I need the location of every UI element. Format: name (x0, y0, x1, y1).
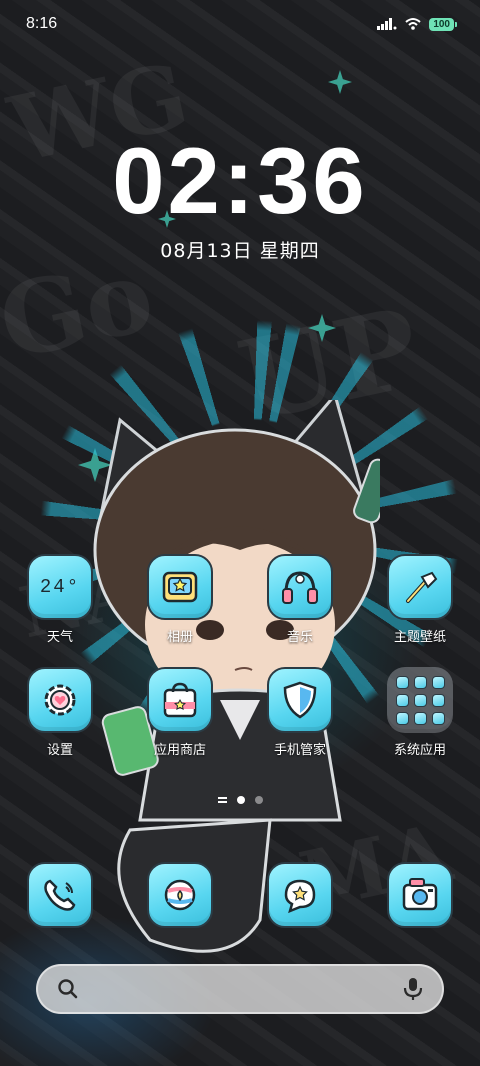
clock-time: 02:36 (112, 128, 368, 233)
weather-temperature: 24° (39, 576, 81, 598)
dock-phone[interactable] (0, 862, 120, 928)
app-store-bag-icon (147, 667, 213, 733)
app-weather[interactable]: 24° 天气 (0, 554, 120, 667)
home-clock-widget[interactable]: 02:36 08月13日 星期四 (0, 128, 480, 263)
app-label: 设置 (46, 743, 73, 758)
camera-icon (387, 862, 453, 928)
app-label: 手机管家 (273, 743, 326, 758)
app-label: 主题壁纸 (393, 630, 446, 645)
app-phone-manager[interactable]: 手机管家 (240, 667, 360, 780)
dock-messages[interactable] (240, 862, 360, 928)
wifi-icon (405, 18, 421, 30)
weather-icon: 24° (27, 554, 93, 620)
search-icon[interactable] (56, 977, 80, 1001)
music-icon (267, 554, 333, 620)
settings-gear-icon (27, 667, 93, 733)
page-dot[interactable] (254, 796, 263, 804)
app-themes[interactable]: 主题壁纸 (360, 554, 480, 667)
search-bar[interactable] (36, 964, 444, 1014)
dock (0, 862, 480, 928)
status-bar: 8:16 100 (0, 0, 480, 48)
folder-icon (387, 667, 453, 733)
gallery-icon (147, 554, 213, 620)
page-dot-active[interactable] (236, 796, 245, 804)
app-label: 相册 (166, 630, 193, 645)
page-overview-icon[interactable] (217, 797, 227, 803)
signal-icon (377, 18, 397, 30)
app-settings[interactable]: 设置 (0, 667, 120, 780)
app-music[interactable]: 音乐 (240, 554, 360, 667)
microphone-icon[interactable] (402, 976, 424, 1002)
phone-icon (27, 862, 93, 928)
dock-browser[interactable] (120, 862, 240, 928)
status-time: 8:16 (26, 15, 58, 32)
app-label: 系统应用 (393, 743, 446, 758)
battery-indicator: 100 (429, 17, 457, 31)
status-icons: 100 (377, 17, 457, 31)
app-label: 应用商店 (153, 743, 206, 758)
dock-camera[interactable] (360, 862, 480, 928)
app-gallery[interactable]: 相册 (120, 554, 240, 667)
app-store[interactable]: 应用商店 (120, 667, 240, 780)
browser-icon (147, 862, 213, 928)
app-grid: 24° 天气 相册 音乐 主题壁纸 设置 应用商店 手机管家 系统应用 (0, 554, 480, 780)
page-indicator[interactable] (0, 796, 480, 804)
theme-brush-icon (387, 554, 453, 620)
clock-date: 08月13日 星期四 (160, 240, 320, 262)
app-label: 天气 (46, 630, 73, 645)
app-folder-system[interactable]: 系统应用 (360, 667, 480, 780)
app-label: 音乐 (286, 630, 313, 645)
security-shield-icon (267, 667, 333, 733)
messages-icon (267, 862, 333, 928)
